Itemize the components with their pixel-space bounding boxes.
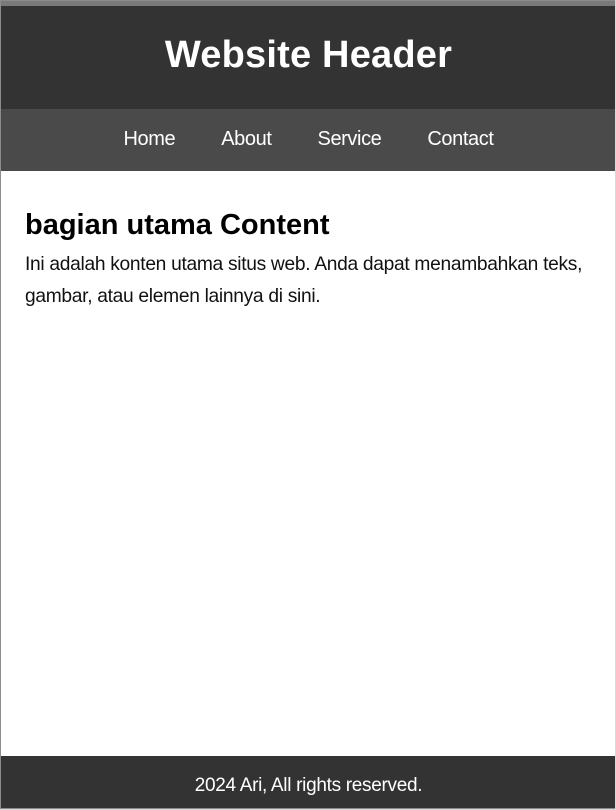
site-footer: 2024 Ari, All rights reserved.	[1, 756, 615, 808]
site-title: Website Header	[164, 34, 453, 76]
content-heading: bagian utama Content	[25, 209, 330, 241]
content-paragraph: Ini adalah konten utama situs web. Anda …	[25, 254, 583, 307]
site-header: Website Header	[1, 6, 615, 109]
nav-item-about[interactable]: About	[198, 128, 294, 151]
main-content: bagian utama Content Ini adalah konten u…	[25, 207, 610, 313]
browser-viewport: Website Header Home About Service Contac…	[0, 0, 615, 809]
main-nav: Home About Service Contact	[1, 109, 615, 171]
footer-copyright: 2024 Ari, All rights reserved.	[194, 774, 423, 796]
nav-item-service[interactable]: Service	[295, 128, 405, 151]
nav-item-contact[interactable]: Contact	[404, 128, 516, 151]
nav-item-home[interactable]: Home	[100, 128, 198, 151]
